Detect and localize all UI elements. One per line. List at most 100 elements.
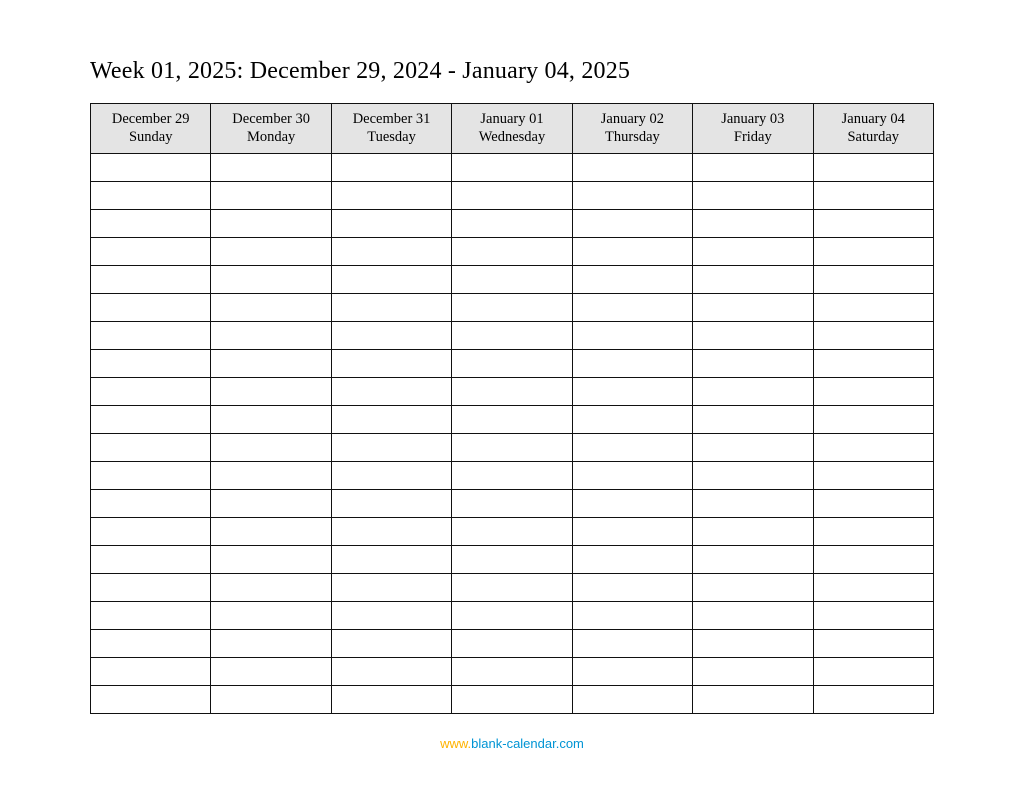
calendar-cell xyxy=(211,434,331,462)
calendar-cell xyxy=(572,210,692,238)
calendar-cell xyxy=(693,658,813,686)
calendar-cell xyxy=(211,602,331,630)
col-date: December 31 xyxy=(334,110,449,128)
calendar-cell xyxy=(331,322,451,350)
calendar-cell xyxy=(331,182,451,210)
calendar-cell xyxy=(452,294,572,322)
calendar-cell xyxy=(813,630,933,658)
calendar-cell xyxy=(572,406,692,434)
calendar-cell xyxy=(452,518,572,546)
col-header-thursday: January 02 Thursday xyxy=(572,104,692,154)
calendar-cell xyxy=(331,518,451,546)
calendar-cell xyxy=(813,602,933,630)
calendar-cell xyxy=(452,490,572,518)
calendar-cell xyxy=(452,350,572,378)
calendar-cell xyxy=(813,686,933,714)
calendar-cell xyxy=(211,574,331,602)
col-day: Monday xyxy=(213,128,328,146)
table-row xyxy=(91,518,934,546)
calendar-cell xyxy=(813,154,933,182)
calendar-cell xyxy=(91,294,211,322)
footer-link: www.blank-calendar.com xyxy=(0,736,1024,751)
calendar-cell xyxy=(452,462,572,490)
calendar-cell xyxy=(91,210,211,238)
calendar-cell xyxy=(452,238,572,266)
calendar-cell xyxy=(91,490,211,518)
calendar-cell xyxy=(331,574,451,602)
calendar-cell xyxy=(813,518,933,546)
col-header-tuesday: December 31 Tuesday xyxy=(331,104,451,154)
calendar-cell xyxy=(693,574,813,602)
calendar-cell xyxy=(211,490,331,518)
table-row xyxy=(91,210,934,238)
calendar-cell xyxy=(331,602,451,630)
calendar-cell xyxy=(211,294,331,322)
calendar-cell xyxy=(693,378,813,406)
table-row xyxy=(91,378,934,406)
calendar-cell xyxy=(91,546,211,574)
calendar-cell xyxy=(91,518,211,546)
calendar-cell xyxy=(211,238,331,266)
calendar-cell xyxy=(91,154,211,182)
calendar-cell xyxy=(331,546,451,574)
calendar-cell xyxy=(452,378,572,406)
col-header-saturday: January 04 Saturday xyxy=(813,104,933,154)
calendar-cell xyxy=(693,434,813,462)
calendar-cell xyxy=(813,462,933,490)
calendar-cell xyxy=(91,406,211,434)
calendar-cell xyxy=(813,434,933,462)
calendar-cell xyxy=(813,322,933,350)
col-date: December 29 xyxy=(93,110,208,128)
calendar-cell xyxy=(331,490,451,518)
table-row xyxy=(91,490,934,518)
calendar-cell xyxy=(211,406,331,434)
calendar-cell xyxy=(91,266,211,294)
table-row xyxy=(91,602,934,630)
calendar-cell xyxy=(813,182,933,210)
calendar-cell xyxy=(572,462,692,490)
calendar-cell xyxy=(572,658,692,686)
calendar-cell xyxy=(331,462,451,490)
calendar-cell xyxy=(211,658,331,686)
calendar-cell xyxy=(211,546,331,574)
calendar-header-row: December 29 Sunday December 30 Monday De… xyxy=(91,104,934,154)
calendar-cell xyxy=(211,630,331,658)
calendar-cell xyxy=(331,686,451,714)
col-day: Sunday xyxy=(93,128,208,146)
calendar-cell xyxy=(813,238,933,266)
table-row xyxy=(91,574,934,602)
calendar-cell xyxy=(211,378,331,406)
calendar-cell xyxy=(693,490,813,518)
calendar-cell xyxy=(572,546,692,574)
calendar-cell xyxy=(572,574,692,602)
calendar-cell xyxy=(211,154,331,182)
calendar-cell xyxy=(331,210,451,238)
calendar-cell xyxy=(331,294,451,322)
col-header-friday: January 03 Friday xyxy=(693,104,813,154)
calendar-cell xyxy=(211,210,331,238)
calendar-cell xyxy=(211,266,331,294)
calendar-cell xyxy=(91,602,211,630)
calendar-cell xyxy=(572,434,692,462)
col-date: January 02 xyxy=(575,110,690,128)
calendar-cell xyxy=(91,658,211,686)
calendar-cell xyxy=(91,630,211,658)
calendar-cell xyxy=(572,238,692,266)
table-row xyxy=(91,546,934,574)
calendar-cell xyxy=(452,322,572,350)
calendar-cell xyxy=(91,238,211,266)
calendar-cell xyxy=(813,210,933,238)
calendar-cell xyxy=(813,266,933,294)
calendar-cell xyxy=(331,238,451,266)
footer-domain: blank-calendar.com xyxy=(471,736,584,751)
calendar-cell xyxy=(211,350,331,378)
col-day: Friday xyxy=(695,128,810,146)
calendar-cell xyxy=(331,266,451,294)
calendar-cell xyxy=(91,322,211,350)
col-header-sunday: December 29 Sunday xyxy=(91,104,211,154)
calendar-cell xyxy=(452,630,572,658)
table-row xyxy=(91,686,934,714)
calendar-cell xyxy=(693,350,813,378)
calendar-cell xyxy=(572,378,692,406)
col-day: Wednesday xyxy=(454,128,569,146)
